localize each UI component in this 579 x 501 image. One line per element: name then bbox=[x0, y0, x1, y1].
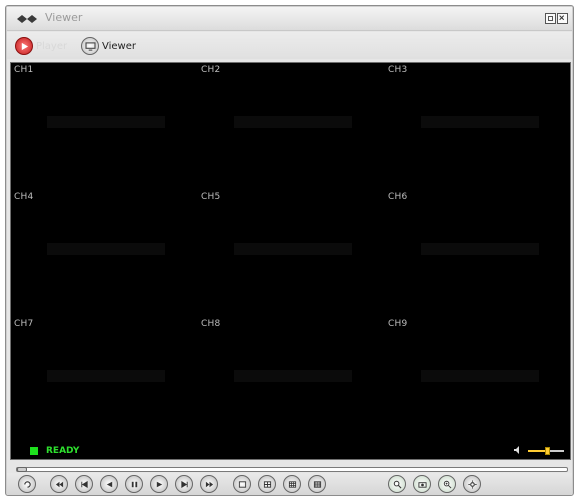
viewer-mode-button[interactable]: Viewer bbox=[81, 36, 136, 56]
capture-button[interactable] bbox=[413, 475, 431, 493]
channel-cell-1[interactable]: CH1 bbox=[11, 63, 198, 190]
capture-icon bbox=[417, 481, 427, 488]
player-mode-button[interactable]: Player bbox=[15, 36, 67, 56]
fast-forward-icon bbox=[205, 481, 213, 487]
volume-slider[interactable] bbox=[528, 447, 564, 455]
channel-cell-3[interactable]: CH3 bbox=[385, 63, 572, 190]
repeat-icon bbox=[23, 480, 31, 488]
channel-label: CH1 bbox=[14, 65, 34, 75]
status-led-icon bbox=[30, 447, 38, 455]
channel-label: CH7 bbox=[14, 319, 34, 329]
speaker-icon[interactable] bbox=[513, 445, 523, 455]
control-bar bbox=[7, 473, 572, 495]
repeat-button[interactable] bbox=[18, 475, 36, 493]
seek-thumb[interactable] bbox=[17, 467, 27, 472]
sixteen-view-icon bbox=[313, 480, 321, 488]
channel-label: CH3 bbox=[388, 65, 408, 75]
restore-icon[interactable] bbox=[545, 13, 556, 24]
window-title: Viewer bbox=[45, 11, 83, 24]
channel-label: CH9 bbox=[388, 319, 408, 329]
single-view-button[interactable] bbox=[233, 475, 251, 493]
viewer-icon bbox=[81, 37, 99, 55]
search-button[interactable] bbox=[388, 475, 406, 493]
viewer-window: Viewer Player Viewer CH1 CH2 CH3 CH4 CH5… bbox=[5, 5, 574, 496]
channel-cell-7[interactable]: CH7 bbox=[11, 317, 198, 444]
channel-cell-4[interactable]: CH4 bbox=[11, 190, 198, 317]
app-logo-icon bbox=[17, 15, 37, 23]
title-bar[interactable]: Viewer bbox=[7, 7, 572, 31]
nine-view-button[interactable] bbox=[283, 475, 301, 493]
channel-label: CH8 bbox=[201, 319, 221, 329]
volume-knob[interactable] bbox=[545, 447, 551, 455]
fast-forward-button[interactable] bbox=[200, 475, 218, 493]
video-grid[interactable]: CH1 CH2 CH3 CH4 CH5 CH6 CH7 CH8 CH9 bbox=[10, 62, 571, 460]
rewind-icon bbox=[55, 481, 63, 487]
channel-cell-8[interactable]: CH8 bbox=[198, 317, 385, 444]
player-mode-label: Player bbox=[36, 40, 68, 52]
channel-label: CH6 bbox=[388, 192, 408, 202]
channel-cell-2[interactable]: CH2 bbox=[198, 63, 385, 190]
channel-cell-6[interactable]: CH6 bbox=[385, 190, 572, 317]
reverse-play-icon bbox=[106, 481, 112, 487]
settings-button[interactable] bbox=[463, 475, 481, 493]
quad-view-button[interactable] bbox=[258, 475, 276, 493]
play-button[interactable] bbox=[150, 475, 168, 493]
mode-bar: Player Viewer bbox=[7, 32, 572, 59]
channel-label: CH2 bbox=[201, 65, 221, 75]
reverse-play-button[interactable] bbox=[100, 475, 118, 493]
sixteen-view-button[interactable] bbox=[308, 475, 326, 493]
nine-view-icon bbox=[288, 480, 296, 488]
rewind-button[interactable] bbox=[50, 475, 68, 493]
channel-cell-9[interactable]: CH9 bbox=[385, 317, 572, 444]
quad-view-icon bbox=[263, 480, 271, 488]
settings-icon bbox=[467, 479, 477, 489]
seek-bar[interactable] bbox=[16, 467, 568, 472]
viewer-mode-label: Viewer bbox=[102, 40, 136, 52]
step-back-button[interactable] bbox=[75, 475, 93, 493]
channel-cell-5[interactable]: CH5 bbox=[198, 190, 385, 317]
step-back-icon bbox=[80, 480, 88, 488]
play-icon bbox=[156, 481, 162, 487]
single-view-icon bbox=[238, 480, 246, 488]
step-forward-button[interactable] bbox=[175, 475, 193, 493]
pause-icon bbox=[131, 481, 137, 487]
status-text: READY bbox=[46, 446, 80, 456]
search-icon bbox=[393, 480, 401, 488]
zoom-icon bbox=[443, 480, 451, 488]
pause-button[interactable] bbox=[125, 475, 143, 493]
zoom-button[interactable] bbox=[438, 475, 456, 493]
step-forward-icon bbox=[180, 480, 188, 488]
channel-label: CH5 bbox=[201, 192, 221, 202]
player-icon bbox=[15, 37, 33, 55]
close-icon[interactable] bbox=[557, 13, 568, 24]
window-controls bbox=[545, 13, 568, 24]
channel-label: CH4 bbox=[14, 192, 34, 202]
